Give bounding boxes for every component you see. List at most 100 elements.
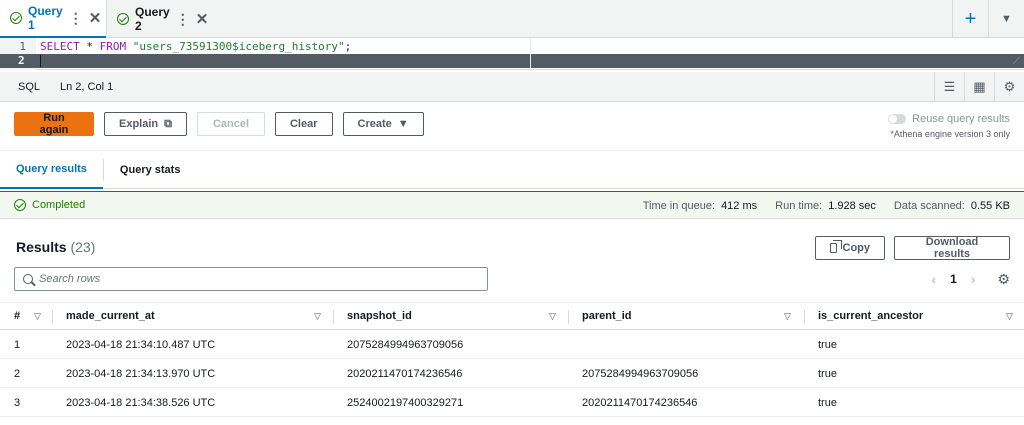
external-link-icon: ⧉ [164,117,172,130]
create-label: Create [357,118,392,130]
results-heading: Results (23) [16,239,95,255]
column-separator[interactable] [568,310,569,324]
reuse-results-toggle[interactable] [888,114,907,124]
results-title: Results [16,239,67,255]
line-number-active: 2 [0,54,1024,68]
cell-is-current-ancestor: true [818,338,837,351]
query-metrics: Time in queue: 412 ms Run time: 1.928 se… [643,192,1010,220]
check-circle-icon [117,13,129,25]
sql-operator: * [79,40,100,53]
line-number: 1 [19,40,26,53]
editor-status-bar: SQL Ln 2, Col 1 ☰ ▦ ⚙ [0,72,1024,102]
sql-editor[interactable]: 1 2 SELECT * FROM "users_73591300$iceber… [0,38,1024,70]
cursor-position: Ln 2, Col 1 [60,80,114,93]
close-icon[interactable]: ✕ [196,12,209,27]
sql-keyword: SELECT [40,40,80,53]
cell-parent-id: 2020211470174236546 [582,396,698,409]
cell-made-current-at: 2023-04-18 21:34:10.487 UTC [66,338,216,351]
table-row: 2 2023-04-18 21:34:13.970 UTC 2020211470… [0,359,1024,388]
pagination: ‹ 1 › ⚙ [931,267,1010,291]
query-actions: Run again Explain ⧉ Cancel Clear Create … [14,112,424,136]
resize-grip-icon[interactable]: ⟋ [1013,56,1020,67]
cell-index: 2 [14,367,21,380]
column-separator[interactable] [804,310,805,324]
data-scanned: Data scanned: 0.55 KB [893,200,1010,212]
table-row: 1 2023-04-18 21:34:10.487 UTC 2075284994… [0,330,1024,359]
tab-query-stats[interactable]: Query stats [104,151,197,189]
search-rows-field[interactable] [14,267,488,291]
sort-caret-icon[interactable]: ▽ [784,311,791,322]
table-preferences-gear-icon[interactable]: ⚙ [997,271,1010,288]
column-header-snapshot-id[interactable]: snapshot_id ▽ [347,302,561,330]
result-tabs: Query results Query stats [0,151,1024,189]
cell-parent-id: 2075284994963709056 [582,367,699,380]
tabbar-actions: + ▼ [952,0,1024,38]
check-circle-icon [14,199,26,211]
editor-divider [530,38,531,70]
cell-index: 1 [14,338,21,351]
copy-label: Copy [842,242,871,254]
query-status-bar: Completed Time in queue: 412 ms Run time… [0,191,1024,219]
tab-label: Query 2 [135,5,170,33]
kebab-menu-icon[interactable]: ⋮ [69,11,83,25]
cell-snapshot-id: 2020211470174236546 [347,367,463,380]
kebab-menu-icon[interactable]: ⋮ [176,12,190,26]
sort-caret-icon[interactable]: ▽ [34,311,41,322]
editor-tools: ☰ ▦ ⚙ [934,72,1024,102]
cell-index: 3 [14,396,21,409]
run-again-button[interactable]: Run again [14,112,94,136]
sort-caret-icon[interactable]: ▽ [314,311,321,322]
sql-keyword: FROM [99,40,127,53]
cell-made-current-at: 2023-04-18 21:34:38.526 UTC [66,396,216,409]
tab-label: Query 1 [28,4,63,32]
format-query-icon[interactable]: ☰ [934,72,964,102]
code-line-1[interactable]: SELECT * FROM "users_73591300$iceberg_hi… [40,40,351,54]
clear-button[interactable]: Clear [274,112,333,136]
time-in-queue: Time in queue: 412 ms [642,200,758,212]
copy-button[interactable]: Copy [815,236,885,260]
create-button[interactable]: Create ▼ [342,112,424,136]
text-cursor [40,55,41,67]
query-tab-bar: Query 1 ⋮ ✕ Query 2 ⋮ ✕ + ▼ [0,0,1024,38]
table-header-row: # ▽ made_current_at ▽ snapshot_id ▽ pare… [0,302,1024,330]
reuse-results-label: Reuse query results [912,113,1010,125]
next-page-icon[interactable]: › [971,271,976,287]
keyboard-shortcuts-icon[interactable]: ▦ [964,72,994,102]
tab-query-results[interactable]: Query results [0,151,103,189]
sql-string: "users_73591300$iceberg_history" [132,40,345,53]
column-separator[interactable] [52,310,53,324]
column-header-made-current-at[interactable]: made_current_at ▽ [66,302,326,330]
explain-button[interactable]: Explain ⧉ [104,112,187,136]
results-count: (23) [70,239,96,255]
column-header-is-current-ancestor[interactable]: is_current_ancestor ▽ [818,302,1018,330]
add-query-tab-button[interactable]: + [952,0,988,38]
copy-icon [830,240,842,253]
explain-label: Explain [119,118,159,130]
query-status-label: Completed [32,199,86,211]
run-time: Run time: 1.928 sec [775,200,876,212]
sort-caret-icon[interactable]: ▽ [1006,311,1013,322]
cancel-button[interactable]: Cancel [196,112,265,136]
cell-is-current-ancestor: true [818,396,837,409]
caret-down-icon: ▼ [397,118,409,130]
tab-menu-dropdown-button[interactable]: ▼ [988,0,1024,38]
column-header-parent-id[interactable]: parent_id ▽ [582,302,796,330]
column-separator[interactable] [333,310,334,324]
check-circle-icon [10,12,22,24]
download-results-button[interactable]: Download results [894,236,1010,260]
current-page[interactable]: 1 [950,272,957,286]
settings-gear-icon[interactable]: ⚙ [994,72,1024,102]
search-input[interactable] [39,273,459,285]
tab-query-2[interactable]: Query 2 ⋮ ✕ [106,0,209,38]
engine-version-note: *Athena engine version 3 only [890,129,1010,139]
cell-snapshot-id: 2524002197400329271 [347,396,464,409]
column-header-index[interactable]: # ▽ [14,302,54,330]
close-icon[interactable]: ✕ [89,11,102,26]
previous-page-icon[interactable]: ‹ [931,271,936,287]
tab-query-1[interactable]: Query 1 ⋮ ✕ [0,0,106,38]
cell-made-current-at: 2023-04-18 21:34:13.970 UTC [66,367,216,380]
results-table: # ▽ made_current_at ▽ snapshot_id ▽ pare… [0,302,1024,417]
search-icon [23,274,33,284]
table-row: 3 2023-04-18 21:34:38.526 UTC 2524002197… [0,388,1024,417]
sort-caret-icon[interactable]: ▽ [549,311,556,322]
